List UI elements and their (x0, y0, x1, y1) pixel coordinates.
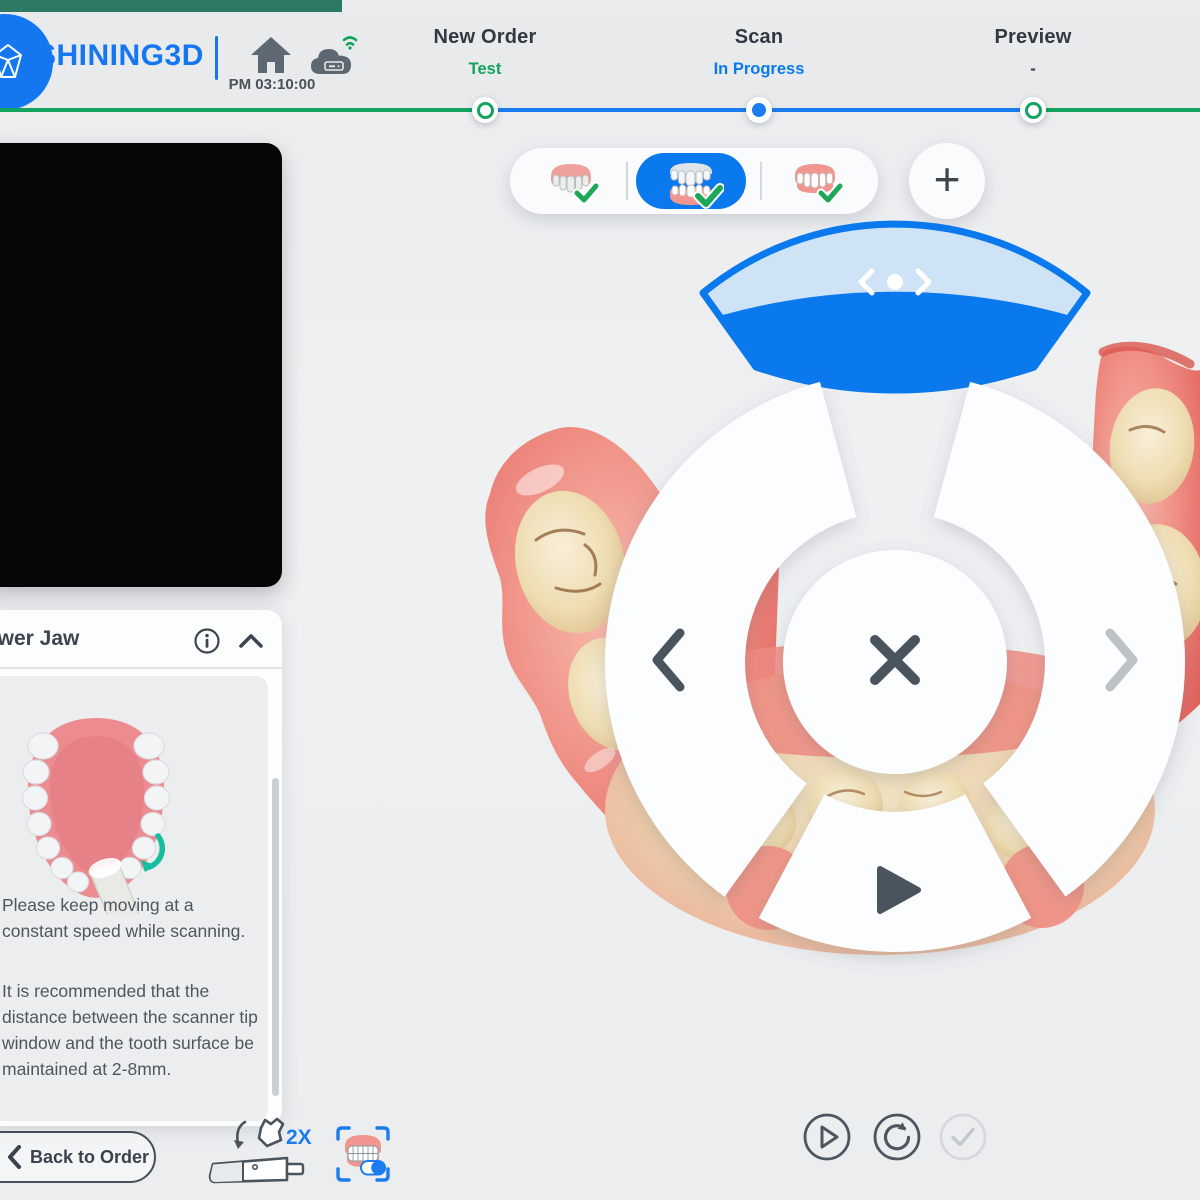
cloud-connection-button[interactable] (306, 30, 364, 82)
back-button-label: Back to Order (30, 1147, 149, 1168)
back-to-order-button[interactable]: Back to Order (0, 1131, 156, 1183)
panel-scrollbar[interactable] (272, 778, 279, 1096)
step-title: Preview (923, 26, 1143, 49)
back-chevron-icon (6, 1144, 22, 1170)
scan-texture-toggle[interactable] (334, 1124, 392, 1184)
confirm-scan-button[interactable] (937, 1111, 989, 1163)
play-outline-icon (822, 1127, 837, 1147)
instruction-text: It is recommended that the distance betw… (2, 978, 260, 1082)
rescan-button[interactable] (871, 1111, 923, 1163)
check-icon (953, 1130, 973, 1145)
resume-scan-button[interactable] (801, 1111, 853, 1163)
info-button[interactable] (193, 627, 221, 655)
wifi-icon (344, 38, 356, 50)
scanner-pen-icon (210, 1158, 303, 1182)
info-icon (196, 630, 219, 653)
progress-dot-new-order (472, 97, 498, 123)
collapse-button[interactable] (237, 630, 265, 652)
scan-app-window: { "header": { "brand": "SHINING3D", "tim… (0, 0, 1200, 1200)
jaw-scan-illustration (10, 702, 182, 914)
step-preview[interactable]: Preview - (923, 26, 1143, 79)
progress-dot-scan (746, 97, 772, 123)
gem-icon (0, 42, 28, 82)
home-button[interactable] (248, 32, 294, 78)
step-title: Scan (649, 26, 869, 49)
scan-viewport[interactable] (440, 200, 1200, 1060)
plus-icon: + (934, 156, 961, 202)
step-title: New Order (375, 26, 595, 49)
cloud-icon (311, 49, 351, 74)
header-divider (215, 36, 218, 80)
step-new-order[interactable]: New Order Test (375, 26, 595, 79)
restart-icon (886, 1122, 909, 1149)
selector-divider (760, 162, 762, 200)
home-icon (251, 37, 291, 73)
chevron-up-icon (241, 636, 261, 646)
step-status: Test (375, 60, 595, 79)
control-pad (605, 382, 1185, 952)
step-scan[interactable]: Scan In Progress (649, 26, 869, 79)
tap-hand-icon (234, 1119, 283, 1149)
step-status: - (923, 60, 1143, 79)
step-status: In Progress (649, 60, 869, 79)
double-tap-badge: 2X (286, 1126, 312, 1150)
brand-name: SHINING3D (36, 39, 204, 73)
selector-divider (626, 162, 628, 200)
view-rotate-fan[interactable] (703, 224, 1087, 390)
toggle-on-icon (361, 1161, 385, 1175)
camera-preview (0, 143, 282, 587)
progress-dot-preview (1020, 97, 1046, 123)
panel-divider (0, 667, 282, 669)
panel-title: Lower Jaw (0, 627, 79, 651)
lower-jaw-panel: Lower Jaw (0, 610, 282, 1126)
top-strip (0, 0, 342, 12)
instruction-text: Please keep moving at a constant speed w… (2, 892, 256, 944)
